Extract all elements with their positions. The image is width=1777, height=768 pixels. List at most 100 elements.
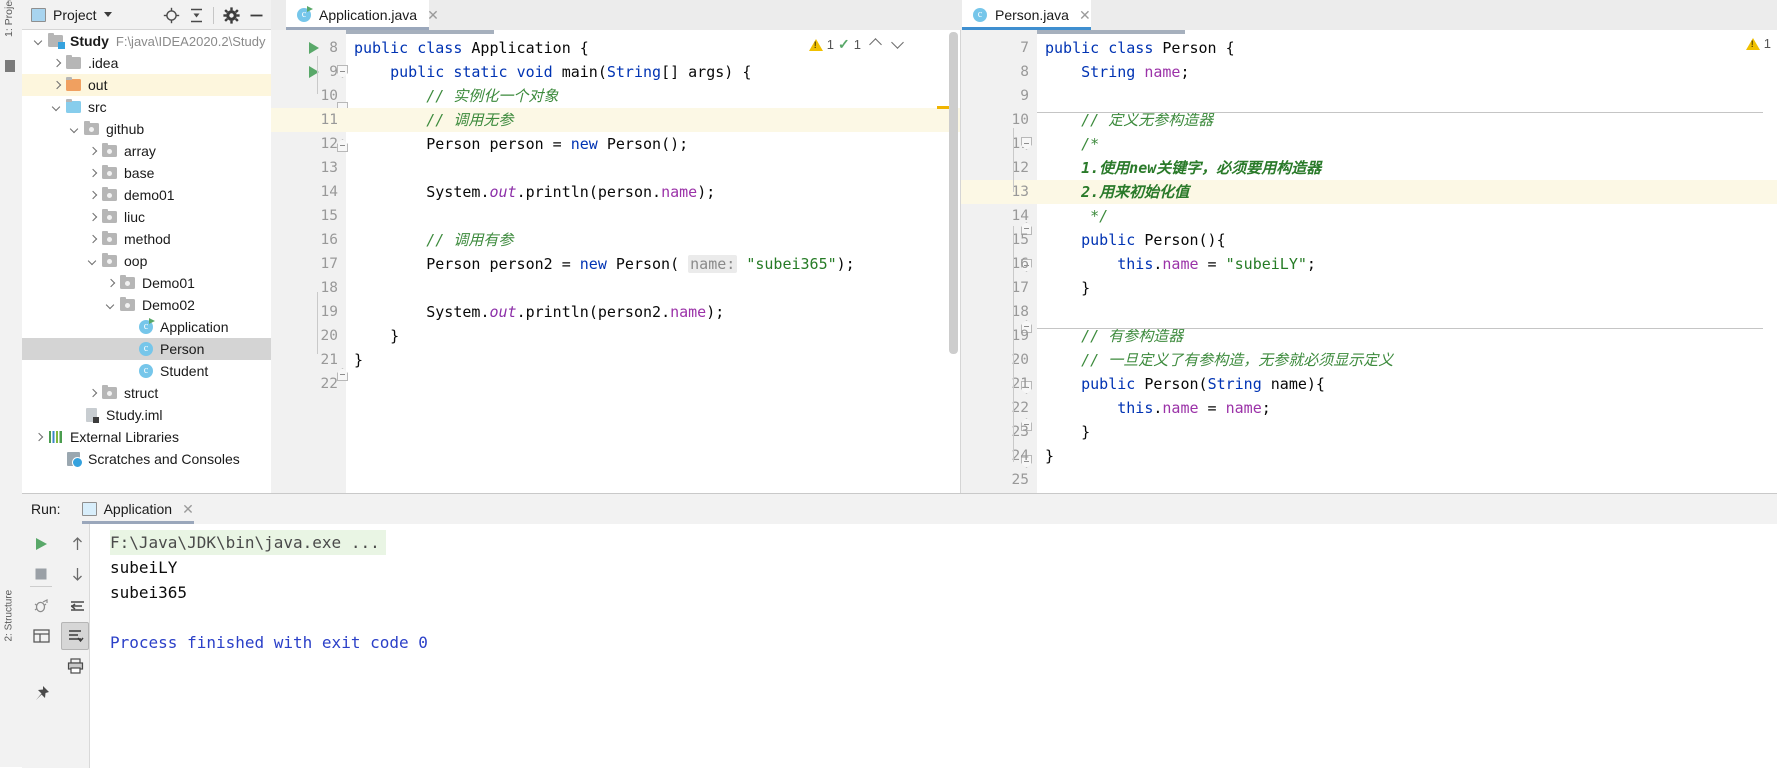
soft-wrap-icon[interactable] xyxy=(63,592,91,620)
minimize-icon[interactable] xyxy=(245,4,267,26)
chevron-down-icon[interactable] xyxy=(68,123,81,136)
chevron-right-icon[interactable] xyxy=(86,167,99,180)
project-tree[interactable]: Study F:\java\IDEA2020.2\Study .idea out src… xyxy=(22,30,272,493)
scroll-to-end-icon[interactable] xyxy=(61,622,89,650)
code-line[interactable]: public class Person { xyxy=(1037,36,1777,60)
chevron-down-icon[interactable] xyxy=(32,35,45,48)
close-icon[interactable]: ✕ xyxy=(427,7,439,24)
code-line[interactable]: public Person(String name){ xyxy=(1037,372,1777,396)
debug-icon[interactable] xyxy=(27,592,55,620)
layout-icon[interactable] xyxy=(27,622,55,650)
editor-person-java[interactable]: 7 8 9 10 11 12 13 14 15 16 17 18 19 20 21 22 23 24 25 publ… xyxy=(961,30,1777,529)
code-line[interactable]: Person person2 = new Person( name: "sube… xyxy=(346,252,960,276)
code-line[interactable]: public Person(){ xyxy=(1037,228,1777,252)
chevron-right-icon[interactable] xyxy=(32,431,45,444)
structure-tool-window-tab[interactable]: 2: Structure xyxy=(4,580,15,642)
editor-gutter-right[interactable]: 7 8 9 10 11 12 13 14 15 16 17 18 19 20 21 22 23 24 25 xyxy=(961,30,1037,529)
close-icon[interactable]: ✕ xyxy=(182,501,194,518)
tree-node-application[interactable]: c Application xyxy=(22,316,271,338)
code-line[interactable]: */ xyxy=(1037,204,1777,228)
code-line[interactable] xyxy=(1037,468,1777,492)
editor-code-right[interactable]: public class Person { String name; // 定义… xyxy=(1037,30,1777,493)
code-line[interactable]: /* xyxy=(1037,132,1777,156)
inspection-widget-right[interactable]: 1 xyxy=(1745,36,1771,51)
tree-node-study-iml[interactable]: Study.iml xyxy=(22,404,271,426)
code-line[interactable] xyxy=(346,156,960,180)
code-line[interactable] xyxy=(346,276,960,300)
chevron-right-icon[interactable] xyxy=(50,57,63,70)
code-line[interactable] xyxy=(346,372,960,396)
close-icon[interactable]: ✕ xyxy=(1079,7,1091,24)
code-line[interactable]: } xyxy=(1037,444,1777,468)
chevron-right-icon[interactable] xyxy=(86,387,99,400)
locate-icon[interactable] xyxy=(160,4,182,26)
inspection-widget-left[interactable]: 1 ✓ 1 xyxy=(808,36,904,53)
tree-node-external-libraries[interactable]: External Libraries xyxy=(22,426,271,448)
code-line[interactable]: // 一旦定义了有参构造，无参就必须显示定义 xyxy=(1037,348,1777,372)
collapse-all-icon[interactable] xyxy=(185,4,207,26)
tree-node-oop[interactable]: oop xyxy=(22,250,271,272)
chevron-right-icon[interactable] xyxy=(86,189,99,202)
project-tool-window-tab[interactable]: 1: Project xyxy=(3,0,15,37)
tree-node-study[interactable]: Study F:\java\IDEA2020.2\Study xyxy=(22,30,271,52)
code-line[interactable]: } xyxy=(1037,420,1777,444)
code-line[interactable]: } xyxy=(1037,276,1777,300)
run-gutter-icon[interactable] xyxy=(309,42,319,54)
pin-icon[interactable] xyxy=(27,679,55,707)
tree-node--idea[interactable]: .idea xyxy=(22,52,271,74)
code-line[interactable]: System.out.println(person2.name); xyxy=(346,300,960,324)
stop-icon[interactable] xyxy=(27,560,55,588)
tree-node-array[interactable]: array xyxy=(22,140,271,162)
chevron-up-icon[interactable] xyxy=(869,38,882,51)
tree-node-github[interactable]: github xyxy=(22,118,271,140)
tree-node-out[interactable]: out xyxy=(22,74,271,96)
editor-code-left[interactable]: public class Application { public static… xyxy=(346,30,960,493)
code-line[interactable]: 1.使用new关键字，必须要用构造器 xyxy=(1037,156,1777,180)
gear-icon[interactable] xyxy=(220,4,242,26)
code-line[interactable]: 2.用来初始化值 xyxy=(1037,180,1777,204)
tree-node-demo02[interactable]: Demo02 xyxy=(22,294,271,316)
run-tab-application[interactable]: Application ✕ xyxy=(81,494,194,524)
editor-vertical-scrollbar-left[interactable] xyxy=(949,32,958,354)
tree-node-demo01[interactable]: demo01 xyxy=(22,184,271,206)
code-line[interactable] xyxy=(346,204,960,228)
code-line[interactable]: this.name = name; xyxy=(1037,396,1777,420)
chevron-right-icon[interactable] xyxy=(86,211,99,224)
tree-node-src[interactable]: src xyxy=(22,96,271,118)
print-icon[interactable] xyxy=(61,652,89,680)
chevron-right-icon[interactable] xyxy=(86,233,99,246)
tree-node-student[interactable]: c Student xyxy=(22,360,271,382)
chevron-right-icon[interactable] xyxy=(50,79,63,92)
chevron-right-icon[interactable] xyxy=(86,145,99,158)
chevron-down-icon[interactable] xyxy=(103,12,112,17)
chevron-down-icon[interactable] xyxy=(50,101,63,114)
code-line[interactable]: System.out.println(person.name); xyxy=(346,180,960,204)
scroll-up-icon[interactable] xyxy=(63,530,91,558)
code-line[interactable]: } xyxy=(346,348,960,372)
chevron-down-icon[interactable] xyxy=(891,36,904,49)
code-line[interactable]: // 实例化一个对象 xyxy=(346,84,960,108)
code-line[interactable]: this.name = "subeiLY"; xyxy=(1037,252,1777,276)
tree-node-method[interactable]: method xyxy=(22,228,271,250)
scroll-down-icon[interactable] xyxy=(63,560,91,588)
code-line[interactable]: // 调用无参 xyxy=(346,108,960,132)
chevron-down-icon[interactable] xyxy=(86,255,99,268)
code-line[interactable]: public static void main(String[] args) { xyxy=(346,60,960,84)
tree-node-liuc[interactable]: liuc xyxy=(22,206,271,228)
code-line[interactable] xyxy=(1037,84,1777,108)
editor-tab-application[interactable]: c Application.java ✕ xyxy=(286,0,439,30)
code-line[interactable]: Person person = new Person(); xyxy=(346,132,960,156)
tree-node-scratches-and-consoles[interactable]: Scratches and Consoles xyxy=(22,448,271,470)
editor-application-java[interactable]: 8 9 10 11 12 13 14 15 16 17 18 19 20 21 22 public clas… xyxy=(271,30,961,493)
editor-gutter-left[interactable]: 8 9 10 11 12 13 14 15 16 17 18 19 20 21 22 xyxy=(271,30,348,493)
code-line[interactable]: String name; xyxy=(1037,60,1777,84)
code-line[interactable]: } xyxy=(346,324,960,348)
tree-node-struct[interactable]: struct xyxy=(22,382,271,404)
code-line[interactable] xyxy=(1037,300,1777,324)
tree-node-demo01[interactable]: Demo01 xyxy=(22,272,271,294)
chevron-right-icon[interactable] xyxy=(104,277,117,290)
tree-node-base[interactable]: base xyxy=(22,162,271,184)
chevron-down-icon[interactable] xyxy=(104,299,117,312)
code-line[interactable]: // 调用有参 xyxy=(346,228,960,252)
tree-node-person[interactable]: c Person xyxy=(22,338,271,360)
